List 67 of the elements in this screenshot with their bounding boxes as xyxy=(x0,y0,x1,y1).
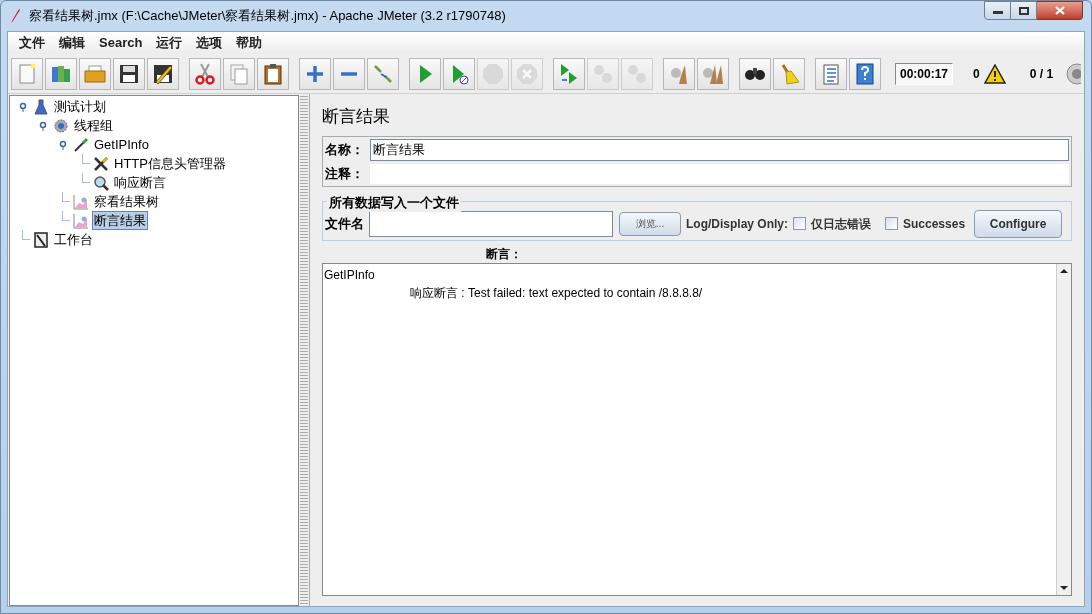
minus-icon xyxy=(340,70,358,77)
checkbox-label[interactable]: Successes xyxy=(903,214,966,233)
scissors-icon xyxy=(193,61,217,86)
maximize-button[interactable] xyxy=(1011,1,1037,20)
tree-item[interactable]: 线程组 xyxy=(72,116,115,135)
browse-button[interactable]: 浏览... xyxy=(619,211,681,236)
toolbar-button[interactable] xyxy=(849,57,881,90)
filename-field[interactable] xyxy=(369,210,613,237)
toolbar-button[interactable] xyxy=(147,57,179,90)
copy-icon xyxy=(227,61,251,86)
warning-icon xyxy=(983,63,1006,84)
tree-item[interactable]: 测试计划 xyxy=(52,97,108,116)
result-line: GetIPInfo xyxy=(324,266,375,284)
menu-item[interactable]: 文件 xyxy=(12,33,52,53)
result-line: 响应断言 : Test failed: text expected to contain /8.8.8.8/ xyxy=(410,284,703,302)
tools-icon xyxy=(93,155,109,172)
menu-item[interactable]: 编辑 xyxy=(52,33,92,53)
tree-item[interactable]: 断言结果 xyxy=(92,211,148,230)
menu-item[interactable]: 帮助 xyxy=(229,33,270,53)
clipboard-icon xyxy=(261,61,285,86)
tree-item[interactable]: HTTP信息头管理器 xyxy=(112,154,228,173)
window-title: 察看结果树.jmx (F:\Cache\JMeter\察看结果树.jmx) - Apache JMeter (3.2 r1790748) xyxy=(29,7,506,26)
tree-handle-icon[interactable] xyxy=(59,139,67,150)
gear-icon xyxy=(53,117,69,134)
splitter[interactable] xyxy=(300,94,308,606)
close-icon xyxy=(1054,6,1065,15)
menu-item[interactable]: 运行 xyxy=(149,33,190,53)
thread-count: 0 / 1 xyxy=(1029,65,1054,83)
tree-item[interactable]: GetIPInfo xyxy=(92,135,151,154)
feather-icon xyxy=(9,8,21,24)
shutdown-icon xyxy=(515,61,539,86)
toolbar-button[interactable] xyxy=(739,57,771,90)
close-button[interactable] xyxy=(1037,1,1083,20)
checkbox-label[interactable]: 仅日志错误 xyxy=(811,214,871,233)
group-legend: 所有数据写入一个文件 xyxy=(327,192,461,212)
clipboard-pencil-icon xyxy=(33,231,49,248)
stop-sign-icon xyxy=(481,61,505,86)
menu-item[interactable]: Search xyxy=(92,33,150,53)
field-label: 文件名 xyxy=(325,214,364,233)
tree-item[interactable]: 响应断言 xyxy=(112,173,168,192)
results-label: 断言： xyxy=(486,245,523,263)
checkbox[interactable] xyxy=(793,217,806,230)
tree-handle-icon[interactable] xyxy=(39,120,47,131)
pipette-icon xyxy=(73,136,89,153)
panel-title: 断言结果 xyxy=(322,106,391,128)
minimize-button[interactable] xyxy=(984,1,1011,20)
chart-icon xyxy=(73,193,89,210)
flask-icon xyxy=(33,98,49,115)
magnifier-icon xyxy=(93,174,109,191)
checkbox[interactable] xyxy=(885,217,898,230)
tree-item[interactable]: 工作台 xyxy=(52,230,95,249)
scrollbar[interactable] xyxy=(1056,263,1071,595)
field-label: 注释： xyxy=(325,164,365,183)
tree-handle-icon[interactable] xyxy=(19,101,27,112)
help-book-icon xyxy=(853,61,877,86)
configure-button[interactable]: Configure xyxy=(974,209,1063,238)
toolbar-button[interactable] xyxy=(257,57,289,90)
chart-icon xyxy=(73,212,89,229)
field-label: 名称： xyxy=(325,140,365,159)
menu-item[interactable]: 选项 xyxy=(189,33,230,53)
toolbar-button[interactable] xyxy=(113,57,145,90)
elapsed-time: 00:00:17 xyxy=(895,62,954,85)
tree-item[interactable]: 察看结果树 xyxy=(92,192,161,211)
name-field[interactable]: 断言结果 xyxy=(370,138,1069,161)
error-count: 0 xyxy=(973,65,980,83)
binoculars-icon xyxy=(744,66,766,81)
option-label: Log/Display Only: xyxy=(686,215,788,233)
